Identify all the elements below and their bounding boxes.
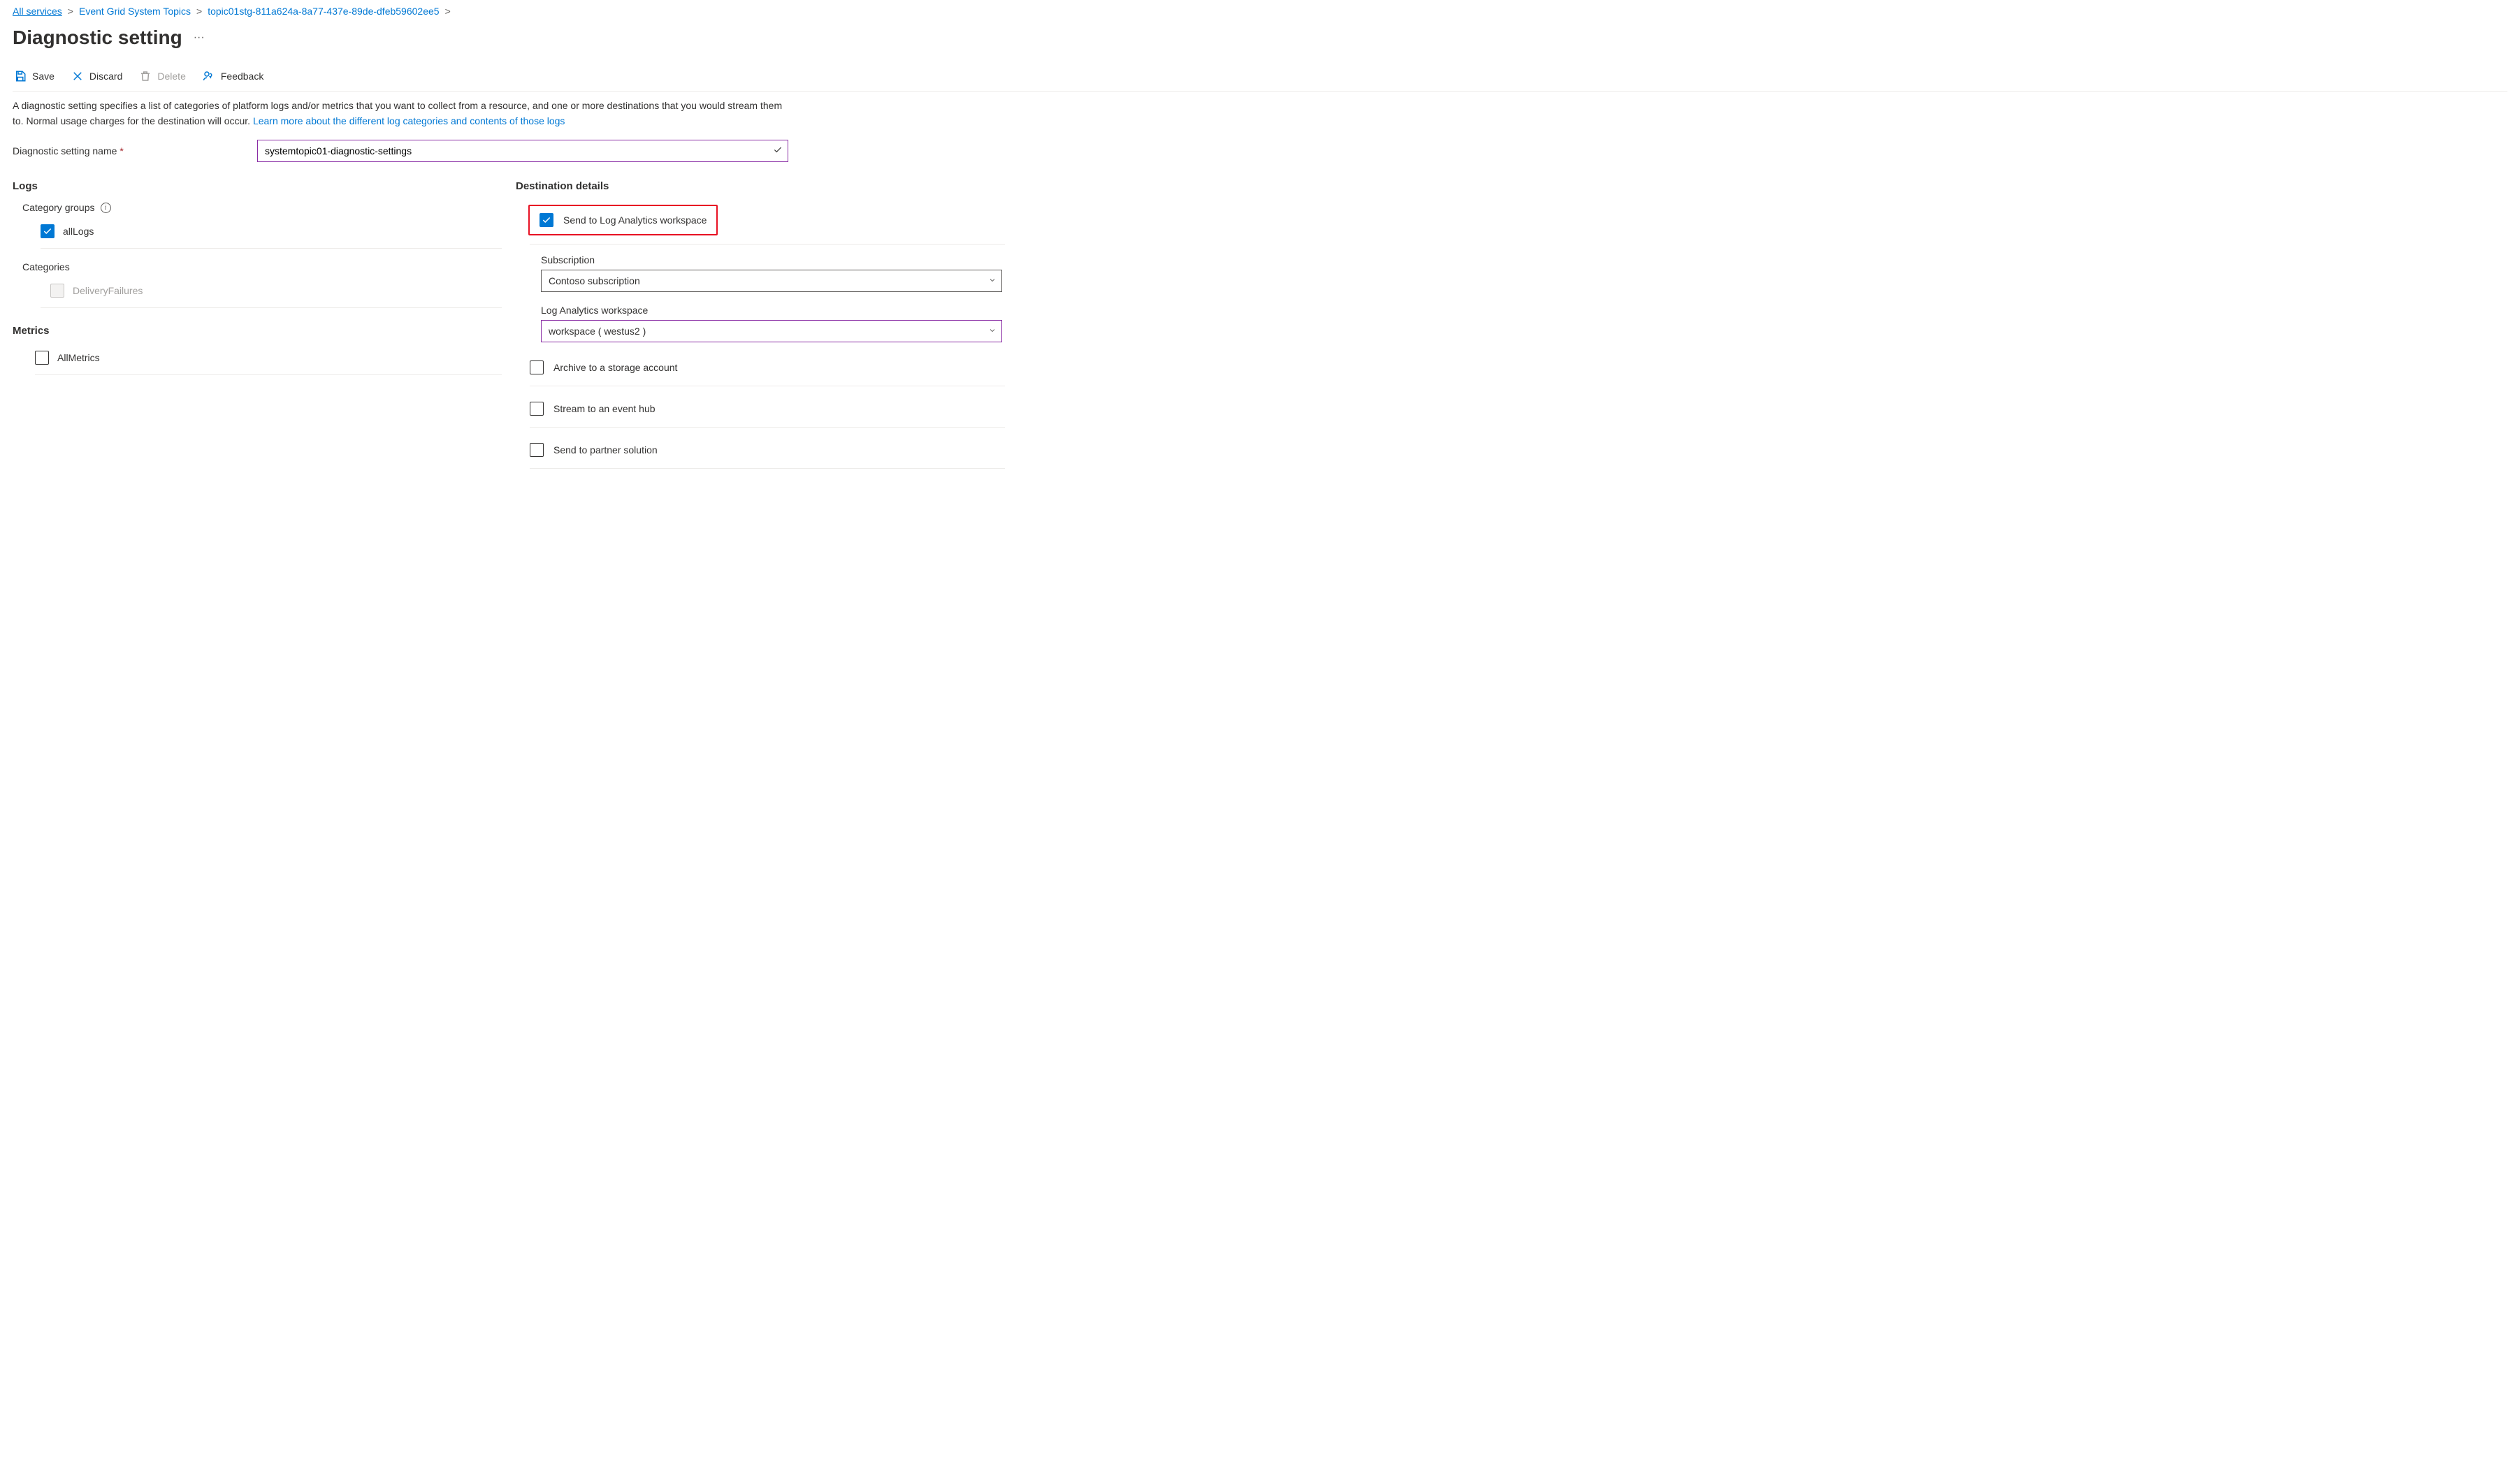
log-analytics-label: Send to Log Analytics workspace (563, 214, 707, 226)
toolbar: Save Discard Delete Feedback (13, 68, 2507, 92)
categories-label: Categories (22, 261, 502, 272)
all-logs-checkbox[interactable] (41, 224, 55, 238)
chevron-down-icon (988, 326, 997, 337)
all-metrics-label: AllMetrics (57, 352, 100, 363)
all-metrics-row: AllMetrics (35, 348, 502, 367)
storage-checkbox[interactable] (530, 360, 544, 374)
required-asterisk: * (120, 145, 123, 156)
divider (530, 427, 1005, 428)
highlighted-log-analytics-option: Send to Log Analytics workspace (528, 205, 718, 235)
all-logs-row: allLogs (41, 221, 502, 241)
discard-label: Discard (89, 71, 122, 82)
divider (35, 374, 502, 375)
logs-column: Logs Category groups i allLogs Categorie… (13, 180, 502, 479)
all-logs-label: allLogs (63, 226, 94, 237)
setting-name-input-wrap (257, 140, 788, 162)
breadcrumb-all-services[interactable]: All services (13, 6, 62, 17)
save-icon (14, 70, 27, 82)
delete-button: Delete (138, 68, 187, 84)
eventhub-checkbox[interactable] (530, 402, 544, 416)
page-title-row: Diagnostic setting ··· (13, 27, 2507, 49)
save-label: Save (32, 71, 55, 82)
validation-check-icon (773, 145, 783, 157)
discard-button[interactable]: Discard (70, 68, 124, 84)
feedback-icon (203, 70, 215, 82)
close-icon (71, 70, 84, 82)
setting-name-row: Diagnostic setting name * (13, 140, 2507, 162)
breadcrumb-sep: > (196, 6, 202, 17)
logs-heading: Logs (13, 180, 502, 192)
breadcrumb-sep: > (445, 6, 451, 17)
more-actions-icon[interactable]: ··· (194, 31, 205, 44)
setting-name-input[interactable] (257, 140, 788, 162)
breadcrumb-topic[interactable]: topic01stg-811a624a-8a77-437e-89de-dfeb5… (208, 6, 439, 17)
partner-option: Send to partner solution (530, 437, 1005, 462)
divider (41, 307, 502, 308)
breadcrumb-event-grid-system-topics[interactable]: Event Grid System Topics (79, 6, 191, 17)
info-icon[interactable]: i (101, 203, 111, 213)
feedback-label: Feedback (221, 71, 263, 82)
subscription-dropdown[interactable]: Contoso subscription (541, 270, 1002, 292)
delivery-failures-checkbox (50, 284, 64, 298)
destination-heading: Destination details (516, 180, 1005, 192)
divider (530, 244, 1005, 245)
metrics-heading: Metrics (13, 325, 502, 337)
partner-label: Send to partner solution (553, 444, 658, 455)
workspace-dropdown[interactable]: workspace ( westus2 ) (541, 320, 1002, 342)
eventhub-label: Stream to an event hub (553, 403, 656, 414)
workspace-label: Log Analytics workspace (541, 305, 1005, 316)
destinations-column: Destination details Send to Log Analytic… (516, 180, 1005, 479)
delivery-failures-row: DeliveryFailures (50, 281, 502, 300)
subscription-field: Subscription Contoso subscription (541, 254, 1005, 292)
storage-label: Archive to a storage account (553, 362, 677, 373)
breadcrumb-sep: > (68, 6, 73, 17)
breadcrumb: All services > Event Grid System Topics … (13, 6, 2507, 17)
main-columns: Logs Category groups i allLogs Categorie… (13, 180, 2507, 479)
subscription-value: Contoso subscription (549, 275, 640, 286)
page-title: Diagnostic setting (13, 27, 182, 49)
learn-more-link[interactable]: Learn more about the different log categ… (253, 115, 565, 126)
description-text: A diagnostic setting specifies a list of… (13, 99, 788, 129)
eventhub-option: Stream to an event hub (530, 396, 1005, 421)
setting-name-label-text: Diagnostic setting name (13, 145, 117, 156)
save-button[interactable]: Save (13, 68, 56, 84)
divider (41, 248, 502, 249)
log-analytics-checkbox[interactable] (540, 213, 553, 227)
partner-checkbox[interactable] (530, 443, 544, 457)
category-groups-label: Category groups i (22, 202, 502, 213)
trash-icon (139, 70, 152, 82)
workspace-value: workspace ( westus2 ) (549, 326, 646, 337)
all-metrics-checkbox[interactable] (35, 351, 49, 365)
subscription-label: Subscription (541, 254, 1005, 265)
setting-name-label: Diagnostic setting name * (13, 145, 243, 156)
chevron-down-icon (988, 275, 997, 286)
delivery-failures-label: DeliveryFailures (73, 285, 143, 296)
workspace-field: Log Analytics workspace workspace ( west… (541, 305, 1005, 342)
category-groups-text: Category groups (22, 202, 95, 213)
storage-option: Archive to a storage account (530, 355, 1005, 380)
feedback-button[interactable]: Feedback (201, 68, 265, 84)
divider (530, 468, 1005, 469)
delete-label: Delete (157, 71, 185, 82)
